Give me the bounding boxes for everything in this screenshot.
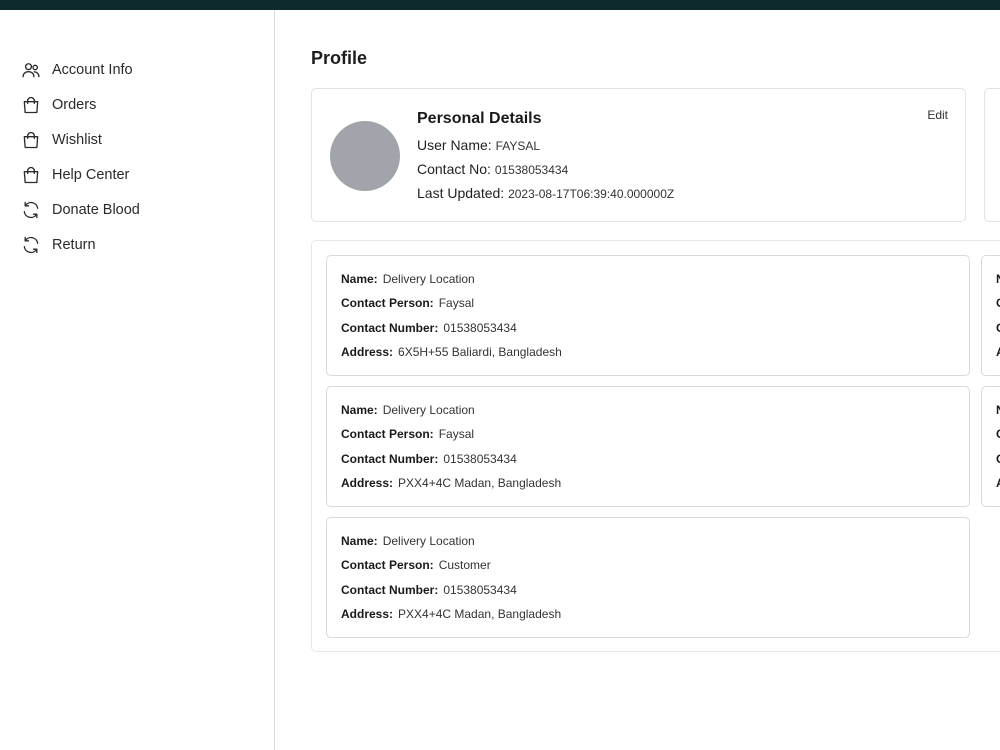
address-list: Name: Delivery Location Contact Person: Fa…	[311, 240, 1000, 652]
edit-button[interactable]: Edit	[927, 108, 948, 122]
contact-no-line: Contact No: 01538053434	[417, 161, 568, 177]
peek-letter: N	[996, 272, 1000, 286]
shopping-bag-icon	[20, 94, 42, 116]
contact-person-row: Contact Person: Faysal	[341, 296, 474, 310]
contact-no-label: Contact No:	[417, 161, 491, 177]
contact-person-value: Faysal	[438, 427, 475, 441]
contact-number-row: Contact Number: 01538053434	[341, 321, 517, 335]
sidebar-item-donate-blood[interactable]: Donate Blood	[20, 192, 140, 227]
address-name-value: Delivery Location	[382, 403, 475, 417]
personal-details-card: Personal Details User Name: FAYSAL Conta…	[311, 88, 966, 222]
peek-letter: C	[996, 321, 1000, 335]
sidebar-item-account-info[interactable]: Account Info	[20, 52, 140, 87]
user-name-line: User Name: FAYSAL	[417, 137, 540, 153]
sidebar: Account Info Orders Wishlist Help Center…	[0, 10, 275, 750]
contact-number-value: 01538053434	[443, 321, 517, 335]
address-card[interactable]: Name: Delivery Location Contact Person: Fa…	[326, 386, 970, 507]
address-name-row: Name: Delivery Location	[341, 403, 475, 417]
field-label: Contact Person:	[341, 296, 434, 310]
contact-number-row: Contact Number: 01538053434	[341, 452, 517, 466]
address-value: PXX4+4C Madan, Bangladesh	[398, 476, 562, 490]
address-card-partial[interactable]: N C C A	[981, 255, 1000, 376]
shopping-bag-icon	[20, 164, 42, 186]
refresh-icon	[20, 234, 42, 256]
field-label: Address:	[341, 345, 394, 359]
main-content: Profile Personal Details User Name: FAYS…	[276, 10, 1000, 750]
address-name-row: Name: Delivery Location	[341, 534, 475, 548]
address-name-value: Delivery Location	[382, 272, 475, 286]
sidebar-item-wishlist[interactable]: Wishlist	[20, 122, 140, 157]
field-label: Name:	[341, 403, 378, 417]
sidebar-item-label: Orders	[52, 96, 97, 113]
field-label: Name:	[341, 534, 378, 548]
address-card[interactable]: Name: Delivery Location Contact Person: Fa…	[326, 255, 970, 376]
contact-number-value: 01538053434	[443, 583, 517, 597]
address-value: 6X5H+55 Baliardi, Bangladesh	[398, 345, 562, 359]
sidebar-item-label: Help Center	[52, 166, 130, 183]
address-row: Address: PXX4+4C Madan, Bangladesh	[341, 607, 561, 621]
users-icon	[20, 59, 42, 81]
contact-person-value: Customer	[438, 558, 491, 572]
shopping-bag-icon	[20, 129, 42, 151]
sidebar-item-label: Account Info	[52, 61, 133, 78]
sidebar-item-return[interactable]: Return	[20, 227, 140, 262]
field-label: Contact Person:	[341, 558, 434, 572]
last-updated-label: Last Updated:	[417, 185, 505, 201]
peek-letter: C	[996, 296, 1000, 310]
field-label: Contact Number:	[341, 452, 439, 466]
address-card-partial[interactable]: N C C A	[981, 386, 1000, 507]
contact-number-row: Contact Number: 01538053434	[341, 583, 517, 597]
sidebar-item-orders[interactable]: Orders	[20, 87, 140, 122]
last-updated-line: Last Updated: 2023-08-17T06:39:40.000000…	[417, 185, 674, 201]
personal-details-title: Personal Details	[417, 110, 542, 127]
sidebar-item-help-center[interactable]: Help Center	[20, 157, 140, 192]
field-label: Contact Number:	[341, 583, 439, 597]
peek-letter: C	[996, 427, 1000, 441]
user-name-value: FAYSAL	[495, 139, 541, 153]
contact-person-row: Contact Person: Customer	[341, 558, 491, 572]
address-name-row: Name: Delivery Location	[341, 272, 475, 286]
address-row: Address: PXX4+4C Madan, Bangladesh	[341, 476, 561, 490]
last-updated-value: 2023-08-17T06:39:40.000000Z	[508, 187, 675, 201]
contact-person-value: Faysal	[438, 296, 475, 310]
sidebar-item-label: Donate Blood	[52, 201, 140, 218]
sidebar-item-label: Return	[52, 236, 96, 253]
secondary-card-partial	[984, 88, 1000, 222]
peek-letter: C	[996, 452, 1000, 466]
field-label: Address:	[341, 476, 394, 490]
contact-no-value: 01538053434	[494, 163, 569, 177]
field-label: Name:	[341, 272, 378, 286]
page-title: Profile	[311, 48, 368, 68]
address-value: PXX4+4C Madan, Bangladesh	[398, 607, 562, 621]
address-name-value: Delivery Location	[382, 534, 475, 548]
user-name-label: User Name:	[417, 137, 492, 153]
sidebar-nav: Account Info Orders Wishlist Help Center…	[20, 52, 140, 262]
peek-letter: A	[996, 345, 1000, 359]
field-label: Contact Number:	[341, 321, 439, 335]
address-row: Address: 6X5H+55 Baliardi, Bangladesh	[341, 345, 562, 359]
field-label: Address:	[341, 607, 394, 621]
sidebar-item-label: Wishlist	[52, 131, 102, 148]
contact-number-value: 01538053434	[443, 452, 517, 466]
address-card[interactable]: Name: Delivery Location Contact Person: Cu…	[326, 517, 970, 638]
contact-person-row: Contact Person: Faysal	[341, 427, 474, 441]
refresh-icon	[20, 199, 42, 221]
top-bar	[0, 0, 1000, 10]
avatar	[330, 121, 400, 191]
peek-letter: N	[996, 403, 1000, 417]
field-label: Contact Person:	[341, 427, 434, 441]
peek-letter: A	[996, 476, 1000, 490]
